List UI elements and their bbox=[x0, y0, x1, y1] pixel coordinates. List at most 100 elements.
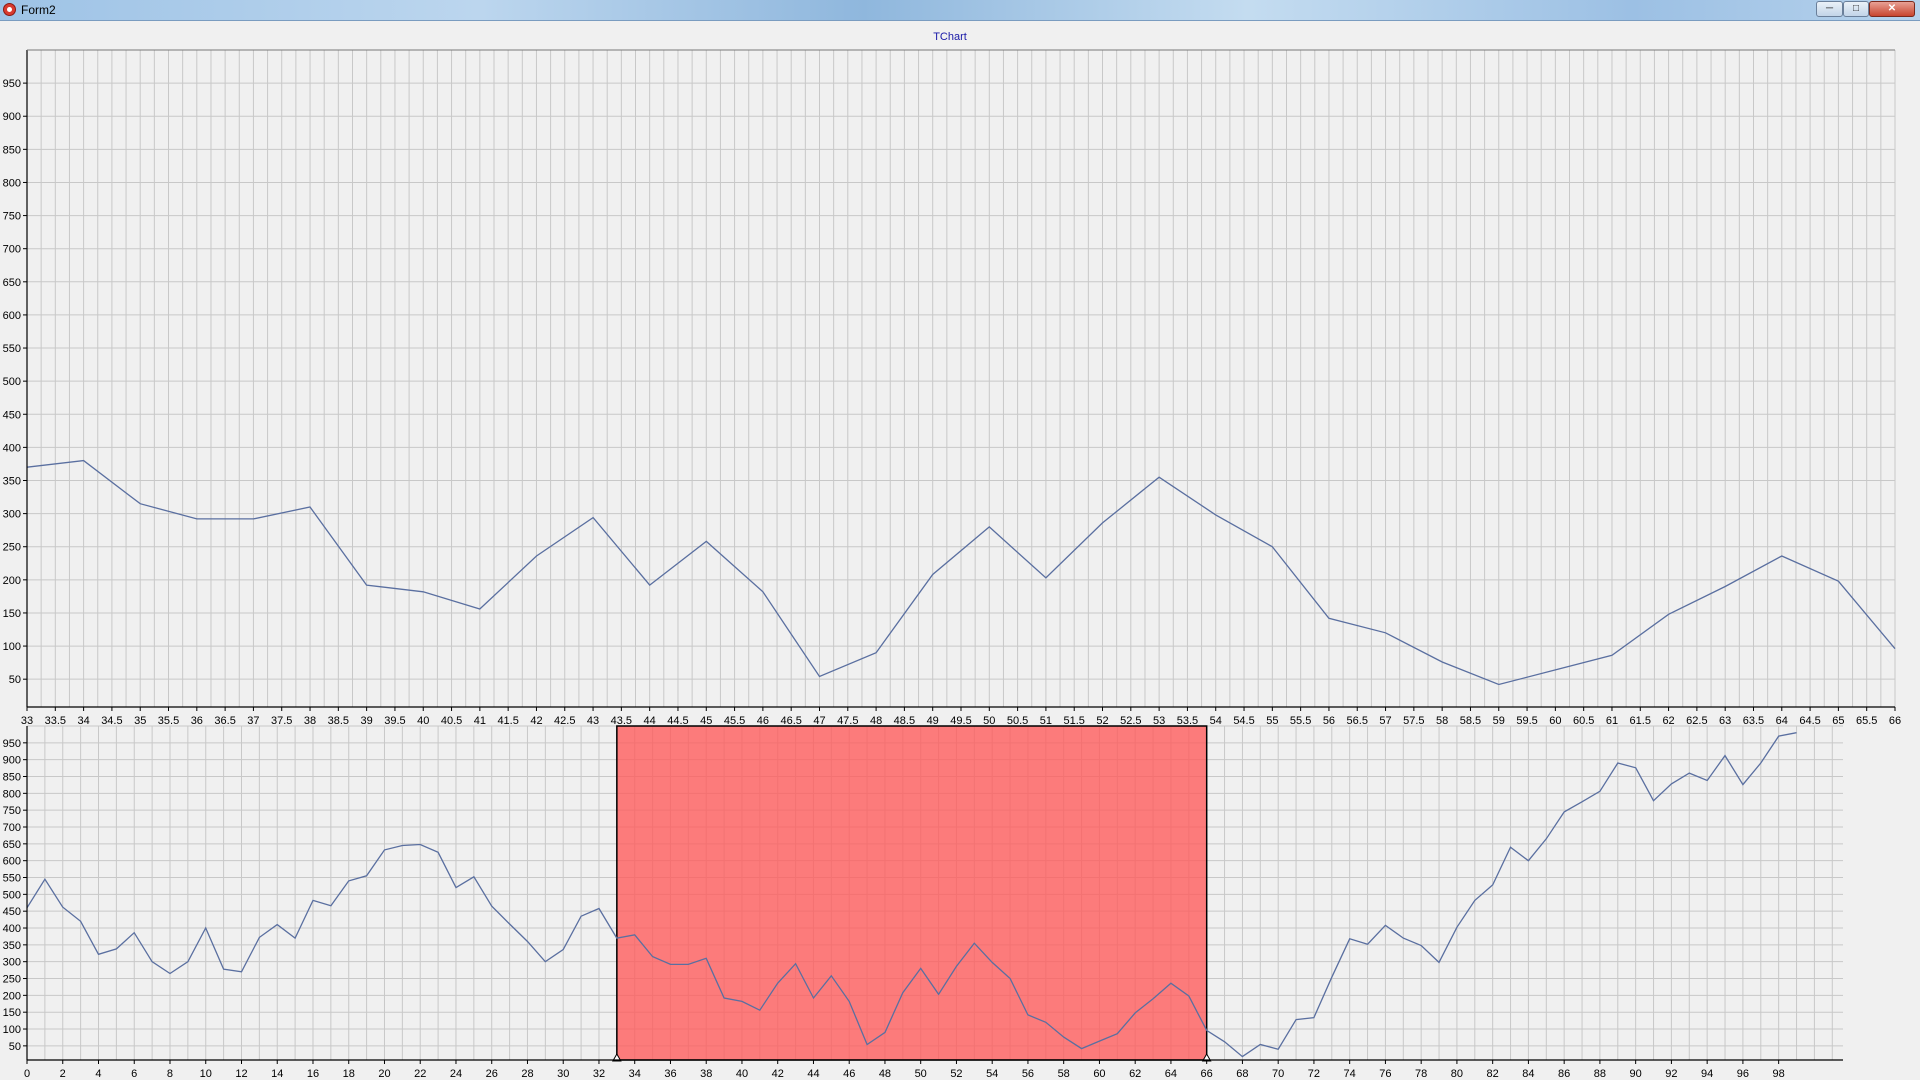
x-tick-label: 30 bbox=[557, 1068, 569, 1080]
y-tick-label: 950 bbox=[3, 738, 21, 750]
x-tick-label: 18 bbox=[343, 1068, 355, 1080]
y-tick-label: 450 bbox=[3, 409, 21, 421]
x-tick-label: 12 bbox=[235, 1068, 247, 1080]
y-tick-label: 50 bbox=[9, 1041, 21, 1053]
x-tick-label: 56.5 bbox=[1347, 715, 1368, 727]
y-tick-label: 300 bbox=[3, 509, 21, 521]
x-tick-label: 14 bbox=[271, 1068, 283, 1080]
x-tick-label: 38 bbox=[700, 1068, 712, 1080]
x-tick-label: 51.5 bbox=[1064, 715, 1085, 727]
x-tick-label: 70 bbox=[1272, 1068, 1284, 1080]
y-tick-label: 950 bbox=[3, 78, 21, 90]
x-tick-label: 40 bbox=[736, 1068, 748, 1080]
y-tick-label: 850 bbox=[3, 144, 21, 156]
x-tick-label: 50 bbox=[983, 715, 995, 727]
y-tick-label: 200 bbox=[3, 990, 21, 1002]
overview-chart[interactable]: 5010015020025030035040045050055060065070… bbox=[3, 725, 1843, 1080]
x-tick-label: 41.5 bbox=[497, 715, 518, 727]
x-tick-label: 45.5 bbox=[724, 715, 745, 727]
x-tick-label: 33 bbox=[21, 715, 33, 727]
y-tick-label: 700 bbox=[3, 822, 21, 834]
y-tick-label: 500 bbox=[3, 376, 21, 388]
x-tick-label: 53 bbox=[1153, 715, 1165, 727]
y-tick-label: 350 bbox=[3, 475, 21, 487]
y-tick-label: 100 bbox=[3, 641, 21, 653]
x-tick-label: 61.5 bbox=[1630, 715, 1651, 727]
x-tick-label: 65.5 bbox=[1856, 715, 1877, 727]
x-tick-label: 78 bbox=[1415, 1068, 1427, 1080]
x-tick-label: 48.5 bbox=[894, 715, 915, 727]
x-tick-label: 60.5 bbox=[1573, 715, 1594, 727]
x-tick-label: 40.5 bbox=[441, 715, 462, 727]
x-tick-label: 55 bbox=[1266, 715, 1278, 727]
x-tick-label: 44 bbox=[644, 715, 656, 727]
x-tick-label: 26 bbox=[486, 1068, 498, 1080]
x-tick-label: 54.5 bbox=[1233, 715, 1254, 727]
x-tick-label: 88 bbox=[1594, 1068, 1606, 1080]
x-tick-label: 38 bbox=[304, 715, 316, 727]
x-tick-label: 66 bbox=[1889, 715, 1901, 727]
x-tick-label: 33.5 bbox=[45, 715, 66, 727]
y-tick-label: 500 bbox=[3, 889, 21, 901]
x-tick-label: 35.5 bbox=[158, 715, 179, 727]
x-tick-label: 59.5 bbox=[1516, 715, 1537, 727]
x-tick-label: 42 bbox=[772, 1068, 784, 1080]
x-tick-label: 98 bbox=[1773, 1068, 1785, 1080]
x-tick-label: 64 bbox=[1776, 715, 1788, 727]
x-tick-label: 62 bbox=[1129, 1068, 1141, 1080]
x-tick-label: 86 bbox=[1558, 1068, 1570, 1080]
x-tick-label: 20 bbox=[378, 1068, 390, 1080]
x-tick-label: 58.5 bbox=[1460, 715, 1481, 727]
y-tick-label: 550 bbox=[3, 343, 21, 355]
y-tick-label: 650 bbox=[3, 839, 21, 851]
x-tick-label: 2 bbox=[60, 1068, 66, 1080]
x-tick-label: 6 bbox=[131, 1068, 137, 1080]
x-tick-label: 37 bbox=[247, 715, 259, 727]
x-tick-label: 74 bbox=[1344, 1068, 1356, 1080]
x-tick-label: 82 bbox=[1487, 1068, 1499, 1080]
x-tick-label: 41 bbox=[474, 715, 486, 727]
x-tick-label: 96 bbox=[1737, 1068, 1749, 1080]
x-tick-label: 37.5 bbox=[271, 715, 292, 727]
y-tick-label: 300 bbox=[3, 957, 21, 969]
x-tick-label: 65 bbox=[1832, 715, 1844, 727]
y-tick-label: 50 bbox=[9, 674, 21, 686]
x-tick-label: 56 bbox=[1323, 715, 1335, 727]
x-tick-label: 57.5 bbox=[1403, 715, 1424, 727]
x-tick-label: 54 bbox=[986, 1068, 998, 1080]
x-tick-label: 50 bbox=[915, 1068, 927, 1080]
x-tick-label: 94 bbox=[1701, 1068, 1713, 1080]
x-tick-label: 47 bbox=[813, 715, 825, 727]
x-tick-label: 64 bbox=[1165, 1068, 1177, 1080]
x-tick-label: 43 bbox=[587, 715, 599, 727]
x-tick-label: 63.5 bbox=[1743, 715, 1764, 727]
detail-chart[interactable]: 50 100 150 200 250 300 350 400 450 500 550 600 650 70… bbox=[3, 49, 1901, 727]
x-tick-label: 34 bbox=[77, 715, 89, 727]
x-tick-label: 39.5 bbox=[384, 715, 405, 727]
x-tick-label: 49 bbox=[927, 715, 939, 727]
x-tick-label: 49.5 bbox=[950, 715, 971, 727]
x-tick-label: 66 bbox=[1201, 1068, 1213, 1080]
y-tick-label: 200 bbox=[3, 575, 21, 587]
x-tick-label: 38.5 bbox=[328, 715, 349, 727]
x-tick-label: 34.5 bbox=[101, 715, 122, 727]
x-tick-label: 39 bbox=[361, 715, 373, 727]
x-tick-label: 56 bbox=[1022, 1068, 1034, 1080]
charts-canvas[interactable]: 5010015020025030035040045050055060065070… bbox=[0, 0, 1920, 1080]
x-tick-label: 80 bbox=[1451, 1068, 1463, 1080]
x-tick-label: 10 bbox=[200, 1068, 212, 1080]
x-tick-label: 42 bbox=[530, 715, 542, 727]
x-tick-label: 16 bbox=[307, 1068, 319, 1080]
x-tick-label: 32 bbox=[593, 1068, 605, 1080]
y-tick-label: 400 bbox=[3, 442, 21, 454]
y-tick-label: 850 bbox=[3, 772, 21, 784]
y-tick-label: 750 bbox=[3, 211, 21, 223]
x-tick-label: 90 bbox=[1630, 1068, 1642, 1080]
y-tick-label: 750 bbox=[3, 805, 21, 817]
x-tick-label: 61 bbox=[1606, 715, 1618, 727]
y-tick-label: 600 bbox=[3, 856, 21, 868]
x-tick-label: 72 bbox=[1308, 1068, 1320, 1080]
x-tick-label: 58 bbox=[1436, 715, 1448, 727]
x-tick-label: 36 bbox=[191, 715, 203, 727]
selection-highlight bbox=[616, 725, 1208, 1061]
